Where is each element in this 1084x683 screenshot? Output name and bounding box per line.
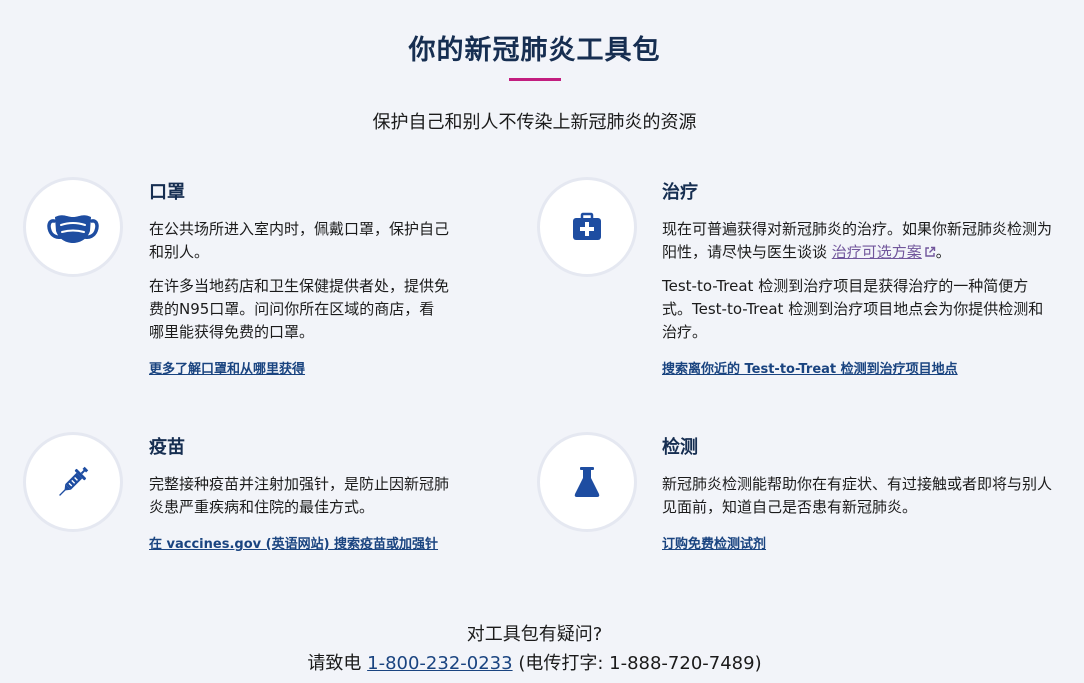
treatment-text-suffix: 。 (935, 243, 951, 261)
treatment-icon-circle (537, 177, 637, 277)
masks-card-text-1: 在公共场所进入室内时，佩戴口罩，保护自己和别人。 (149, 220, 450, 261)
medical-kit-icon (573, 212, 601, 240)
testing-card: 检测 新冠肺炎检测能帮助你在有症状、有过接触或者即将与别人见面前，知道自己是否患… (662, 433, 1054, 552)
phone-number-link[interactable]: 1-800-232-0233 (367, 653, 512, 674)
covid-toolkit-page: 你的新冠肺炎工具包 保护自己和别人不传染上新冠肺炎的资源 口罩 在公共场所进入室… (0, 0, 1084, 683)
footer-call-line: 请致电 1-800-232-0233 (电传打字: 1-888-720-7489… (0, 649, 1069, 678)
footer-call-prefix: 请致电 (307, 653, 368, 674)
face-mask-icon (47, 215, 99, 243)
treatment-card-text-1: 现在可普遍获得对新冠肺炎的治疗。如果你新冠肺炎检测为阳性，请尽快与医生谈谈 治疗… (662, 218, 1054, 264)
footer-question: 对工具包有疑问? (466, 624, 603, 645)
test-to-treat-search-link[interactable]: 搜索离你近的 Test-to-Treat 检测到治疗项目地点 (662, 358, 958, 377)
vaccine-icon-circle (23, 432, 123, 532)
vaccines-card-title: 疫苗 (149, 437, 185, 458)
page-subtitle: 保护自己和别人不传染上新冠肺炎的资源 (372, 112, 697, 133)
masks-card-text-2: 在许多当地药店和卫生保健提供者处，提供免费的N95口罩。问问你所在区域的商店，看… (149, 277, 450, 341)
order-free-tests-link[interactable]: 订购免费检测试剂 (662, 533, 766, 552)
vaccines-gov-link[interactable]: 在 vaccines.gov (英语网站) 搜索疫苗或加强针 (149, 533, 438, 552)
testing-card-text: 新冠肺炎检测能帮助你在有症状、有过接触或者即将与别人见面前，知道自己是否患有新冠… (662, 475, 1053, 516)
vaccines-card: 疫苗 完整接种疫苗并注射加强针，是防止因新冠肺炎患严重疾病和住院的最佳方式。 在… (149, 433, 449, 552)
syringe-icon (59, 466, 89, 496)
mask-icon-circle (23, 177, 123, 277)
title-accent-rule (509, 78, 561, 81)
testing-icon-circle (537, 432, 637, 532)
treatment-options-link[interactable]: 治疗可选方案 (832, 243, 936, 261)
vaccines-card-text: 完整接种疫苗并注射加强针，是防止因新冠肺炎患严重疾病和住院的最佳方式。 (149, 475, 450, 516)
masks-learn-more-link[interactable]: 更多了解口罩和从哪里获得 (149, 358, 305, 377)
page-title: 你的新冠肺炎工具包 (408, 35, 661, 66)
treatment-options-link-label: 治疗可选方案 (831, 243, 922, 261)
treatment-card: 治疗 现在可普遍获得对新冠肺炎的治疗。如果你新冠肺炎检测为阳性，请尽快与医生谈谈… (662, 178, 1054, 377)
treatment-card-text-2: Test-to-Treat 检测到治疗项目是获得治疗的一种简便方式。Test-t… (662, 277, 1044, 341)
external-link-icon (925, 246, 935, 257)
flask-icon (574, 467, 600, 497)
masks-card: 口罩 在公共场所进入室内时，佩戴口罩，保护自己和别人。 在许多当地药店和卫生保健… (149, 178, 449, 377)
footer-tty: (电传打字: 1-888-720-7489) (512, 653, 762, 674)
help-footer: 对工具包有疑问? 请致电 1-800-232-0233 (电传打字: 1-888… (0, 620, 1069, 678)
testing-card-title: 检测 (662, 437, 698, 458)
treatment-card-title: 治疗 (662, 182, 698, 203)
masks-card-title: 口罩 (149, 182, 185, 203)
